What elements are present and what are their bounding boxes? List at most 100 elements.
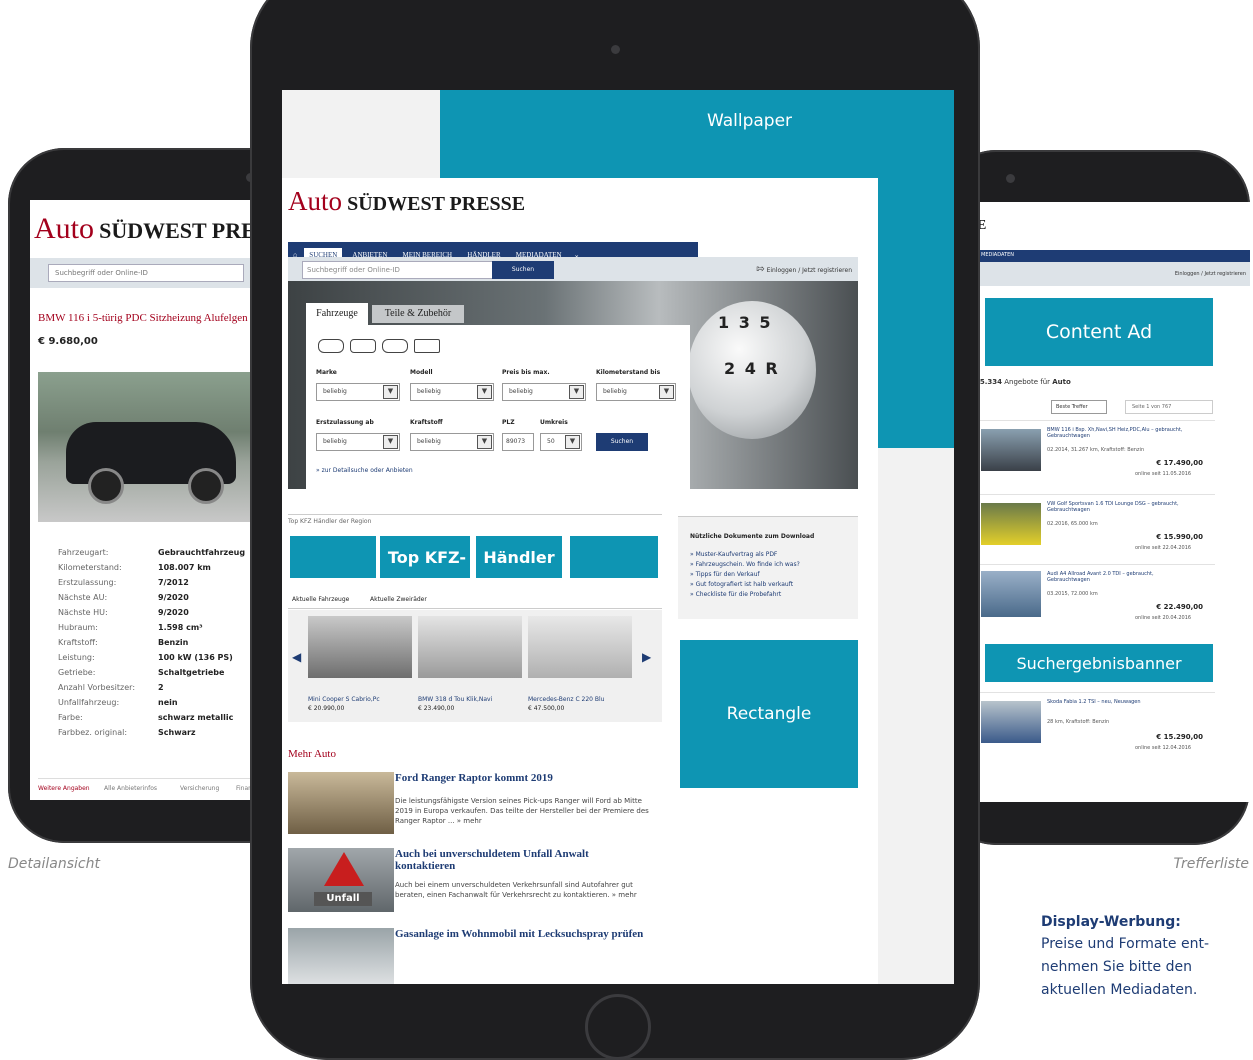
car-image-bmw[interactable] — [418, 616, 522, 678]
carousel-next-icon[interactable]: ▶ — [642, 650, 651, 664]
home-button[interactable] — [585, 994, 651, 1060]
dropdown-arrow-icon: ▼ — [565, 435, 580, 449]
dealer-slot-1 — [290, 536, 376, 578]
news-image-unfall[interactable]: Unfall — [288, 848, 394, 912]
select-km[interactable]: beliebig ▼ — [596, 383, 676, 401]
result-count-brand: Auto — [1052, 378, 1071, 386]
result-date: online seit 11.05.2016 — [1135, 471, 1192, 477]
right-screen: E MEDIADATEN Einloggen / Jetzt registrie… — [975, 202, 1250, 802]
spec-label: Kilometerstand: — [58, 563, 122, 572]
result-meta: 02.2014, 31.267 km, Kraftstoff: Benzin — [1047, 447, 1145, 453]
car-tab-vehicles[interactable]: Aktuelle Fahrzeuge — [292, 596, 349, 603]
select-marke[interactable]: beliebig ▼ — [316, 383, 400, 401]
car-tab-bikes[interactable]: Aktuelle Zweiräder — [370, 596, 427, 603]
result-title: VW Golf Sportsvan 1.6 TDI Lounge DSG – g… — [1047, 501, 1179, 513]
result-meta: 02.2016, 65.000 km — [1047, 521, 1098, 527]
result-date: online seit 20.04.2016 — [1135, 615, 1192, 621]
result-thumb — [981, 429, 1041, 471]
left-tab[interactable]: Weitere Angaben — [38, 785, 90, 792]
news-title[interactable]: Auch bei unverschuldetem Unfall Anwalt k… — [395, 848, 650, 872]
news-text: Auch bei einem unverschuldeten Verkehrsu… — [395, 881, 637, 899]
result-row[interactable]: Audi A4 Allroad Avant 2.0 TDI – gebrauch… — [975, 564, 1215, 629]
vehicle-type-motorbike-icon[interactable] — [382, 339, 408, 353]
news-title[interactable]: Gasanlage im Wohnmobil mit Lecksuchspray… — [395, 928, 643, 940]
right-pagination[interactable]: Seite 1 von 767 — [1125, 400, 1213, 414]
select-value: beliebig — [417, 438, 441, 445]
right-login[interactable]: Einloggen / Jetzt registrieren — [1175, 271, 1246, 277]
search-input[interactable]: Suchbegriff oder Online-ID — [302, 261, 494, 279]
vehicle-type-van-icon[interactable] — [350, 339, 376, 353]
left-tab[interactable]: Versicherung — [180, 785, 219, 792]
result-count-text: Angebote für — [1004, 378, 1051, 386]
left-search-input[interactable]: Suchbegriff oder Online-ID — [48, 264, 244, 282]
select-ez[interactable]: beliebig ▼ — [316, 433, 400, 451]
car-price: € 47.500,00 — [528, 705, 565, 712]
tab-vehicles[interactable]: Fahrzeuge — [306, 303, 368, 325]
result-row[interactable]: Skoda Fabia 1.2 TSI – neu, Neuwagen 28 k… — [975, 692, 1215, 757]
news-image-gas[interactable] — [288, 928, 394, 984]
result-price: € 15.990,00 — [1156, 533, 1203, 541]
spec-label: Hubraum: — [58, 623, 98, 632]
search-button[interactable]: Suchen — [492, 261, 554, 279]
info-line: nehmen Sie bitte den — [1041, 959, 1192, 975]
spec-label: Anzahl Vorbesitzer: — [58, 683, 136, 692]
center-camera — [611, 45, 620, 54]
result-row[interactable]: VW Golf Sportsvan 1.6 TDI Lounge DSG – g… — [975, 494, 1215, 559]
result-row[interactable]: BMW 116 i Bsp. Xh,Navi,SH Heiz,PDC,Alu –… — [975, 420, 1215, 485]
select-umkreis[interactable]: 50 ▼ — [540, 433, 582, 451]
right-nav-item[interactable]: MEDIADATEN — [981, 252, 1014, 258]
download-link[interactable]: » Fahrzeugschein. Wo finde ich was? — [690, 561, 800, 568]
dealer-slot-4 — [570, 536, 658, 578]
left-price: € 9.680,00 — [38, 336, 98, 347]
form-search-button[interactable]: Suchen — [596, 433, 648, 451]
search-form: Marke Modell Preis bis max. Kilometersta… — [306, 325, 690, 489]
wallpaper-label: Wallpaper — [707, 111, 793, 131]
content-ad: Content Ad — [985, 298, 1213, 366]
left-car-title: BMW 116 i 5-türig PDC Sitzheizung Alufel… — [38, 312, 248, 324]
plz-input[interactable]: 89073 — [502, 433, 534, 451]
result-thumb — [981, 571, 1041, 617]
car-name[interactable]: Mercedes-Benz C 220 Blu — [528, 696, 604, 703]
car-image-mercedes[interactable] — [528, 616, 632, 678]
car-image-mini[interactable] — [308, 616, 412, 678]
wallpaper-right — [878, 178, 954, 448]
more-heading: Mehr Auto — [288, 748, 336, 760]
news-image-ford[interactable] — [288, 772, 394, 834]
right-search-row: Einloggen / Jetzt registrieren — [975, 262, 1250, 286]
car-name[interactable]: Mini Cooper S Cabrio,Pc — [308, 696, 380, 703]
login-icon[interactable]: ⇰ — [756, 264, 764, 275]
download-link[interactable]: » Checkliste für die Probefahrt — [690, 591, 781, 598]
right-tablet: E MEDIADATEN Einloggen / Jetzt registrie… — [940, 150, 1250, 845]
label-modell: Modell — [410, 369, 433, 376]
vehicle-type-car-icon[interactable] — [318, 339, 344, 353]
right-nav-bar: MEDIADATEN — [975, 250, 1250, 262]
vehicle-type-truck-icon[interactable] — [414, 339, 440, 353]
login-link[interactable]: Einloggen — [767, 267, 797, 274]
download-link[interactable]: » Tipps für den Verkauf — [690, 571, 760, 578]
result-price: € 22.490,00 — [1156, 603, 1203, 611]
tab-parts[interactable]: Teile & Zubehör — [372, 305, 464, 323]
car-tabs: Aktuelle Fahrzeuge Aktuelle Zweiräder — [288, 590, 662, 609]
center-tablet: Wallpaper Auto SÜDWEST PRESSE ⌂ SUCHEN A… — [250, 0, 980, 1060]
login-area: ⇰ Einloggen / Jetzt registrieren — [756, 264, 852, 275]
carousel-prev-icon[interactable]: ◀ — [292, 650, 301, 664]
download-link[interactable]: » Gut fotografiert ist halb verkauft — [690, 581, 793, 588]
select-kraftstoff[interactable]: beliebig ▼ — [410, 433, 494, 451]
dropdown-arrow-icon: ▼ — [383, 435, 398, 449]
select-modell[interactable]: beliebig ▼ — [410, 383, 494, 401]
car-name[interactable]: BMW 318 d Tou Klik,Navi — [418, 696, 492, 703]
content-ad-label: Content Ad — [1045, 321, 1153, 343]
news-title[interactable]: Ford Ranger Raptor kommt 2019 — [395, 772, 553, 784]
spec-value: Schaltgetriebe — [158, 668, 225, 677]
label-plz: PLZ — [502, 419, 515, 426]
register-link[interactable]: Jetzt registrieren — [802, 267, 852, 274]
detail-search-link[interactable]: » zur Detailsuche oder Anbieten — [316, 467, 413, 474]
select-preis[interactable]: beliebig ▼ — [502, 383, 586, 401]
caption-right: Trefferliste — [1173, 856, 1249, 872]
left-tab[interactable]: Alle Anbieterinfos — [104, 785, 157, 792]
spec-label: Nächste AU: — [58, 593, 108, 602]
download-link[interactable]: » Muster-Kaufvertrag als PDF — [690, 551, 777, 558]
spec-label: Fahrzeugart: — [58, 548, 109, 557]
logo-paper: SÜDWEST PRESSE — [347, 193, 526, 215]
right-sort-select[interactable]: Beste Treffer — [1051, 400, 1107, 414]
